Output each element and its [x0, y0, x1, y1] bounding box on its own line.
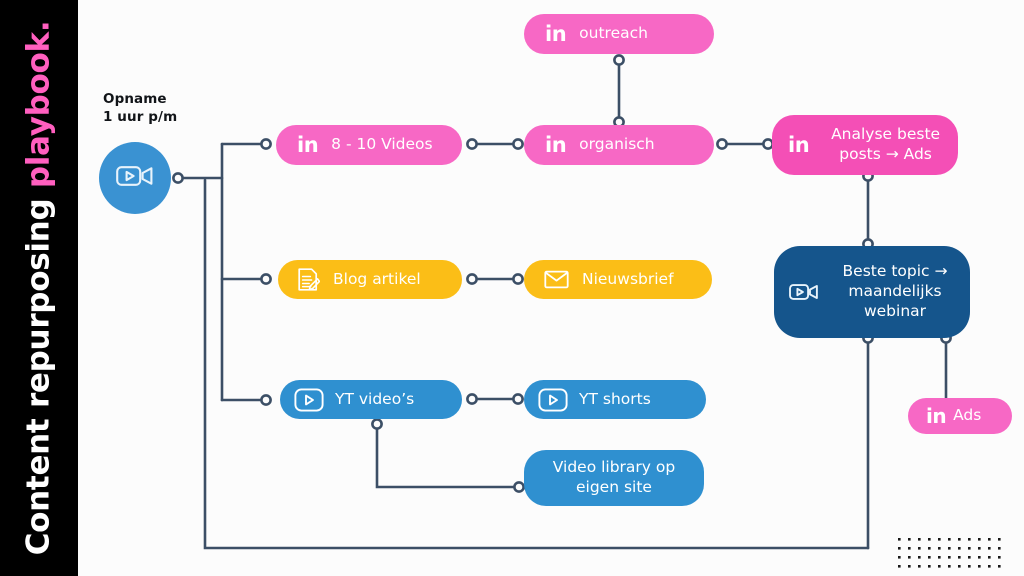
node-yt-videos[interactable]: YT video’s [280, 380, 462, 419]
node-label: Ads [953, 406, 982, 425]
node-blog-artikel[interactable]: Blog artikel [278, 260, 462, 299]
youtube-play-icon [538, 387, 568, 412]
document-pen-icon [297, 267, 320, 292]
node-videos[interactable]: in 8 - 10 Videos [276, 125, 462, 165]
linkedin-icon: in [545, 133, 567, 157]
node-ads[interactable]: in Ads [908, 398, 1012, 434]
node-nieuwsbrief[interactable]: Nieuwsbrief [524, 260, 712, 299]
node-yt-shorts[interactable]: YT shorts [524, 380, 706, 419]
node-label: organisch [579, 135, 655, 154]
node-label: Blog artikel [333, 269, 421, 288]
linkedin-icon: in [297, 133, 319, 157]
dot-grid-decoration [898, 538, 1001, 568]
node-outreach[interactable]: in outreach [524, 14, 714, 54]
video-camera-icon [115, 162, 155, 194]
node-label: outreach [579, 24, 648, 43]
linkedin-icon: in [926, 404, 947, 428]
node-webinar[interactable]: Beste topic → maandelijks webinar [774, 246, 970, 338]
source-node[interactable] [99, 142, 171, 214]
envelope-icon [544, 270, 569, 289]
node-label: Analyse beste posts → Ads [831, 125, 941, 163]
diagram-canvas: Content repurposing playbook. Opname 1 u… [0, 0, 1024, 576]
node-label: YT shorts [579, 389, 651, 408]
node-label: 8 - 10 Videos [331, 135, 433, 154]
node-label: Beste topic → maandelijks webinar [842, 262, 948, 320]
linkedin-icon: in [545, 22, 567, 46]
youtube-play-icon [294, 387, 324, 412]
node-label: YT video’s [335, 389, 415, 408]
node-organisch[interactable]: in organisch [524, 125, 714, 165]
source-caption: Opname 1 uur p/m [103, 91, 178, 126]
node-video-library[interactable]: Video library op eigen site [524, 450, 704, 506]
linkedin-icon: in [788, 133, 810, 157]
video-camera-icon [788, 281, 820, 303]
node-analyse-beste-posts[interactable]: in Analyse beste posts → Ads [772, 115, 958, 175]
node-label: Nieuwsbrief [582, 269, 674, 288]
node-label: Video library op eigen site [552, 458, 676, 496]
